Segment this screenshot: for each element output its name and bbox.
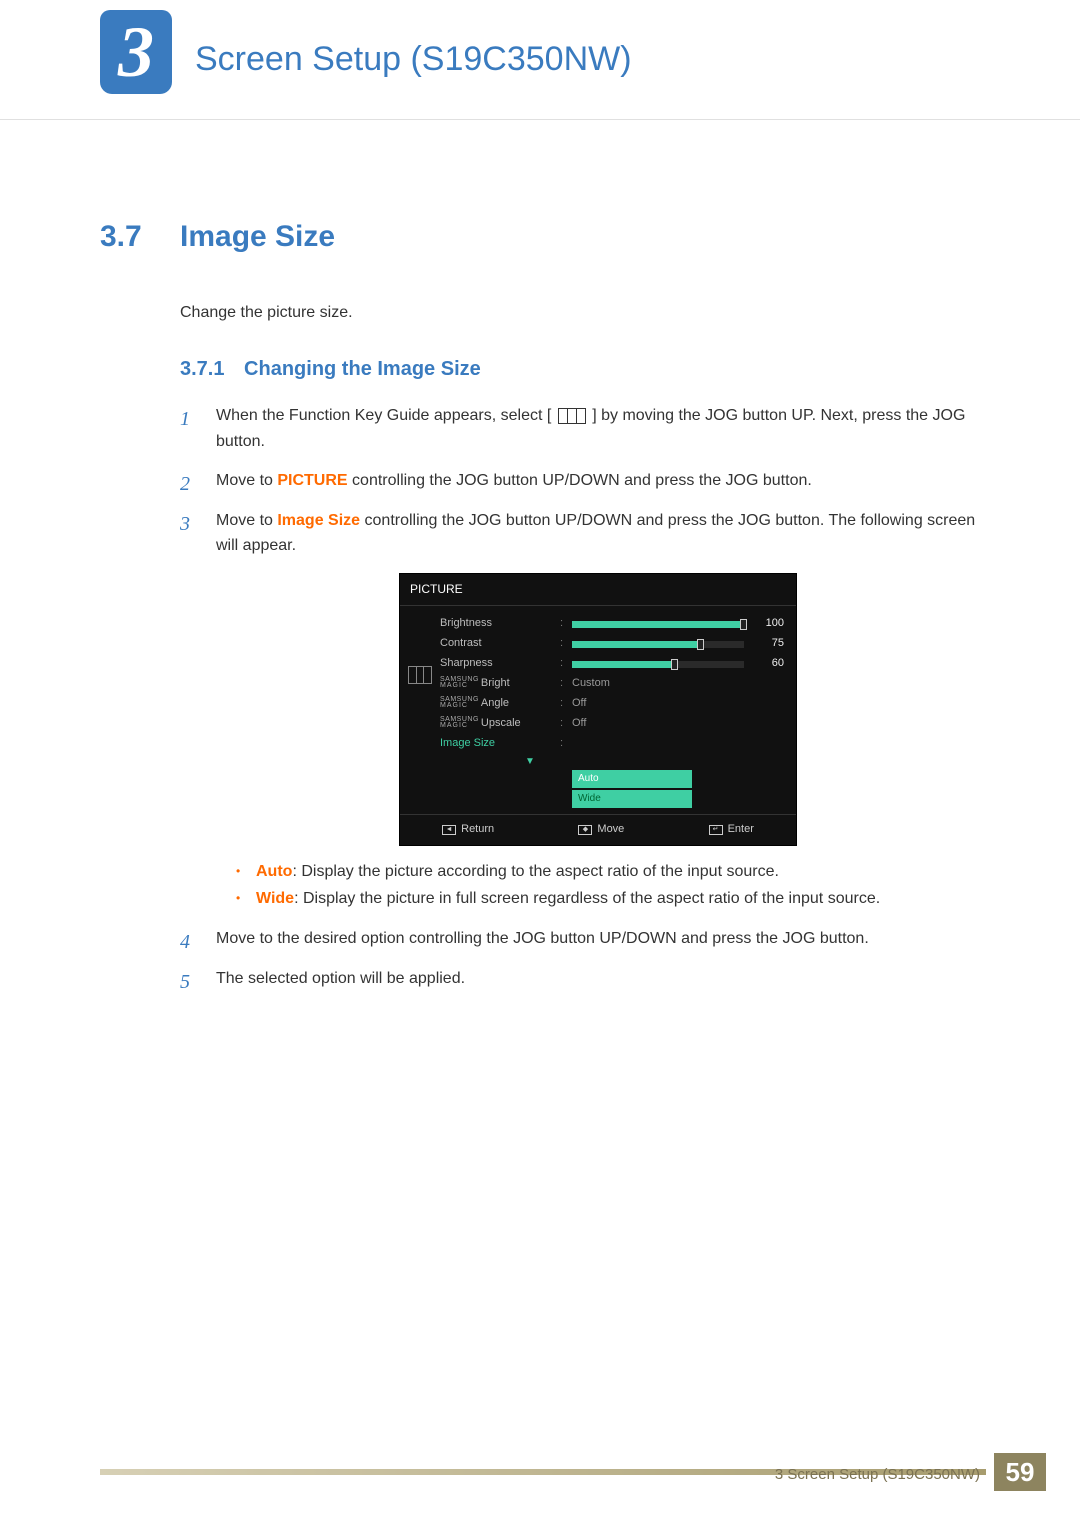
step-text: Move to [216, 472, 277, 489]
step-2: 2 Move to PICTURE controlling the JOG bu… [180, 468, 980, 494]
step-text: Move to [216, 512, 277, 529]
option-label: Wide [256, 890, 294, 907]
chapter-number: 3 [118, 16, 154, 88]
section-body: 3.7 Image Size Change the picture size. … [100, 220, 980, 991]
return-icon: ◄ [442, 825, 456, 835]
step-4: 4 Move to the desired option controlling… [180, 926, 980, 952]
step-text: controlling the JOG button UP/DOWN and p… [352, 472, 812, 489]
step-text: The selected option will be applied. [216, 970, 465, 987]
osd-foot-return: ◄ Return [442, 821, 494, 839]
chapter-title: Screen Setup (S19C350NW) [195, 40, 632, 79]
osd-row: Contrast:75 [440, 634, 784, 654]
option-list: Auto: Display the picture according to t… [236, 858, 980, 912]
subsection-heading: 3.7.1 Changing the Image Size [180, 358, 980, 381]
page-number: 59 [994, 1453, 1046, 1491]
osd-row: SAMSUNGMAGICUpscale:Off [440, 714, 784, 734]
osd-footer: ◄ Return ◆ Move ↵ Enter [400, 814, 796, 845]
option-wide: Wide: Display the picture in full screen… [236, 885, 980, 912]
osd-title: PICTURE [400, 574, 796, 606]
step-3: 3 Move to Image Size controlling the JOG… [180, 508, 980, 912]
enter-icon: ↵ [709, 825, 723, 835]
osd-row: Image Size: [440, 734, 784, 754]
osd-rows: Brightness:100Contrast:75Sharpness:60SAM… [440, 606, 796, 814]
page-footer: 3 Screen Setup (S19C350NW) 59 [100, 1453, 1046, 1491]
section-number: 3.7 [100, 220, 180, 254]
menu-icon [408, 666, 432, 684]
osd-dropdown-item: Auto [572, 770, 692, 788]
keyword-image-size: Image Size [277, 512, 360, 529]
osd-sidebar [400, 606, 440, 814]
option-auto: Auto: Display the picture according to t… [236, 858, 980, 885]
step-number: 1 [180, 403, 190, 435]
step-number: 3 [180, 508, 190, 540]
footer-text: 3 Screen Setup (S19C350NW) [775, 1466, 980, 1483]
subsection-number: 3.7.1 [180, 358, 224, 380]
osd-row: SAMSUNGMAGICAngle:Off [440, 694, 784, 714]
osd-row: Sharpness:60 [440, 654, 784, 674]
step-list: 1 When the Function Key Guide appears, s… [180, 403, 980, 991]
section-intro: Change the picture size. [180, 304, 980, 322]
step-text: Move to the desired option controlling t… [216, 930, 869, 947]
osd-foot-move: ◆ Move [578, 821, 624, 839]
section-heading: 3.7 Image Size [100, 220, 980, 254]
osd-row: Brightness:100 [440, 614, 784, 634]
menu-icon [556, 408, 588, 424]
keyword-picture: PICTURE [277, 472, 347, 489]
move-icon: ◆ [578, 825, 592, 835]
step-number: 2 [180, 468, 190, 500]
osd-row: SAMSUNGMAGICBright:Custom [440, 674, 784, 694]
option-label: Auto [256, 863, 292, 880]
step-5: 5 The selected option will be applied. [180, 966, 980, 992]
option-desc: : Display the picture according to the a… [292, 863, 779, 880]
osd-foot-enter: ↵ Enter [709, 821, 754, 839]
chapter-number-badge: 3 [100, 10, 172, 94]
step-text: When the Function Key Guide appears, sel… [216, 407, 551, 424]
step-number: 5 [180, 966, 190, 998]
subsection-title: Changing the Image Size [244, 358, 481, 380]
osd-dropdown-item: Wide [572, 790, 692, 808]
option-desc: : Display the picture in full screen reg… [294, 890, 880, 907]
step-1: 1 When the Function Key Guide appears, s… [180, 403, 980, 454]
osd-window: PICTURE Brightness:100Contrast:75Sharpne… [399, 573, 797, 846]
step-number: 4 [180, 926, 190, 958]
chapter-header: 3 Screen Setup (S19C350NW) [0, 0, 1080, 120]
section-title: Image Size [180, 220, 335, 254]
osd-screenshot: PICTURE Brightness:100Contrast:75Sharpne… [216, 573, 980, 846]
